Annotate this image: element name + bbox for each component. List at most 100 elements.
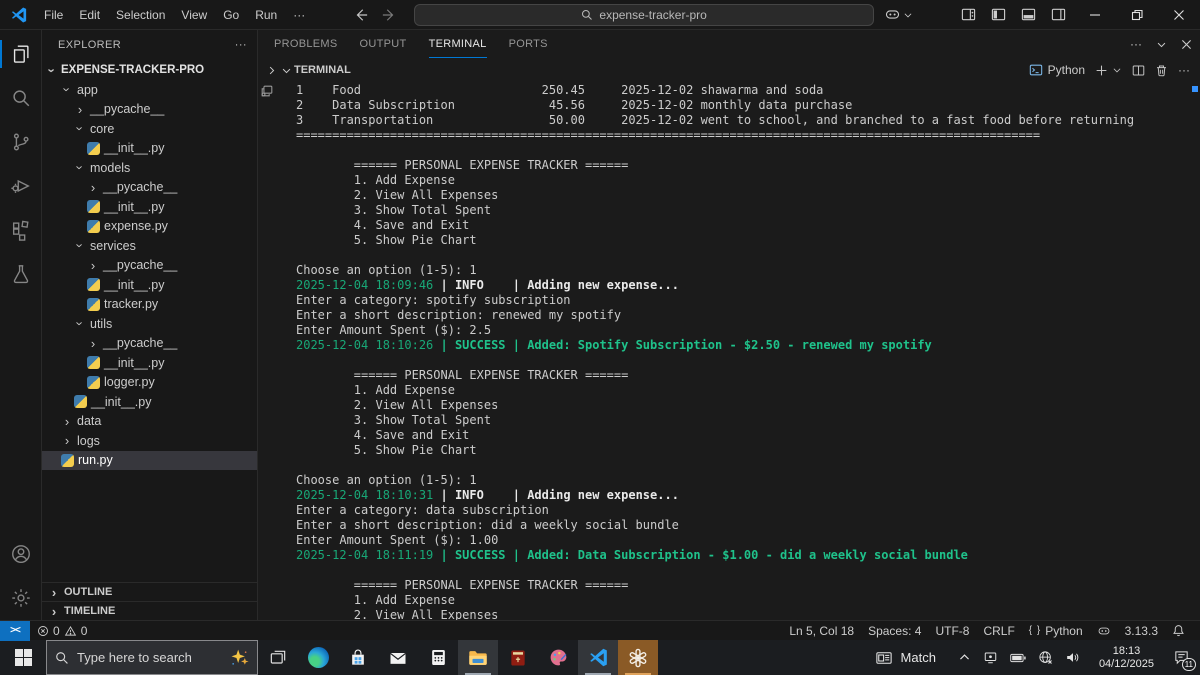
outline-section[interactable]: › OUTLINE bbox=[42, 582, 257, 601]
bible-app-button[interactable] bbox=[498, 640, 538, 675]
hidden-icons-chevron-icon[interactable] bbox=[958, 651, 971, 664]
explorer-icon[interactable] bbox=[0, 32, 42, 76]
copilot-menu[interactable] bbox=[884, 6, 913, 23]
store-button[interactable] bbox=[338, 640, 378, 675]
menu-edit[interactable]: Edit bbox=[71, 4, 108, 26]
panel-tab-problems[interactable]: PROBLEMS bbox=[274, 30, 338, 58]
extensions-icon[interactable] bbox=[0, 208, 42, 252]
tree-item-logger.py[interactable]: logger.py bbox=[42, 373, 257, 393]
tree-root[interactable]: › EXPENSE-TRACKER-PRO bbox=[42, 60, 257, 80]
menu-run[interactable]: Run bbox=[247, 4, 285, 26]
source-control-icon[interactable] bbox=[0, 120, 42, 164]
menu-file[interactable]: File bbox=[36, 4, 71, 26]
terminal-command-decoration-icon[interactable] bbox=[260, 84, 276, 98]
panel-expand-chevron-icon[interactable] bbox=[266, 65, 277, 76]
panel-tab-ports[interactable]: PORTS bbox=[509, 30, 548, 58]
panel-tab-output[interactable]: OUTPUT bbox=[360, 30, 407, 58]
news-widget[interactable]: Match bbox=[863, 640, 948, 675]
restore-button[interactable] bbox=[1116, 0, 1158, 29]
indentation[interactable]: Spaces: 4 bbox=[861, 621, 928, 641]
panel-chevron-icon[interactable] bbox=[1156, 39, 1167, 50]
cast-device-icon[interactable] bbox=[983, 650, 998, 665]
split-terminal-icon[interactable] bbox=[1132, 64, 1145, 77]
network-globe-no-internet-icon[interactable] bbox=[1038, 650, 1053, 665]
tree-item-__init__.py[interactable]: __init__.py bbox=[42, 353, 257, 373]
tree-item-tracker.py[interactable]: tracker.py bbox=[42, 295, 257, 315]
customize-layout-icon[interactable] bbox=[954, 1, 984, 29]
timeline-section[interactable]: › TIMELINE bbox=[42, 601, 257, 620]
tree-item-__init__.py[interactable]: __init__.py bbox=[42, 197, 257, 217]
panel-more-actions-icon[interactable]: ··· bbox=[1130, 37, 1142, 51]
toggle-secondary-sidebar-icon[interactable] bbox=[1044, 1, 1074, 29]
menu-view[interactable]: View bbox=[173, 4, 215, 26]
tree-item-__pycache__[interactable]: ›__pycache__ bbox=[42, 100, 257, 120]
new-terminal-icon[interactable] bbox=[1095, 64, 1108, 77]
tree-item-__pycache__[interactable]: ›__pycache__ bbox=[42, 334, 257, 354]
panel-tab-terminal[interactable]: TERMINAL bbox=[429, 30, 487, 58]
problems-status[interactable]: 0 0 bbox=[30, 621, 94, 641]
tree-item-__init__.py[interactable]: __init__.py bbox=[42, 275, 257, 295]
chatgpt-button[interactable] bbox=[618, 640, 658, 675]
minimize-button[interactable] bbox=[1074, 0, 1116, 29]
language-mode[interactable]: { } Python bbox=[1022, 621, 1090, 641]
tree-item-__init__.py[interactable]: __init__.py bbox=[42, 139, 257, 159]
tree-item-data[interactable]: ›data bbox=[42, 412, 257, 432]
tree-item-__init__.py[interactable]: __init__.py bbox=[42, 392, 257, 412]
start-button[interactable] bbox=[0, 640, 46, 675]
toggle-panel-icon[interactable] bbox=[1014, 1, 1044, 29]
forward-arrow-icon[interactable] bbox=[382, 8, 396, 22]
menu-more[interactable]: ··· bbox=[285, 4, 313, 26]
terminal-viewport[interactable]: 1 Food 250.45 2025-12-02 shawarma and so… bbox=[258, 82, 1200, 620]
tree-item-__pycache__[interactable]: ›__pycache__ bbox=[42, 178, 257, 198]
tree-item-logs[interactable]: ›logs bbox=[42, 431, 257, 451]
battery-icon[interactable] bbox=[1010, 651, 1026, 665]
explorer-more-actions-icon[interactable]: ··· bbox=[235, 39, 247, 51]
file-explorer-button[interactable] bbox=[458, 640, 498, 675]
calculator-button[interactable] bbox=[418, 640, 458, 675]
task-view-button[interactable] bbox=[258, 640, 298, 675]
taskbar-clock[interactable]: 18:13 04/12/2025 bbox=[1091, 645, 1162, 671]
encoding[interactable]: UTF-8 bbox=[928, 621, 976, 641]
back-arrow-icon[interactable] bbox=[354, 8, 368, 22]
launch-profile-chevron-icon[interactable] bbox=[1112, 65, 1122, 75]
python-version[interactable]: 3.13.3 bbox=[1118, 621, 1165, 641]
paint-app-button[interactable] bbox=[538, 640, 578, 675]
run-and-debug-icon[interactable] bbox=[0, 164, 42, 208]
eol-sequence[interactable]: CRLF bbox=[976, 621, 1021, 641]
terminal-scrollbar[interactable] bbox=[1190, 82, 1200, 620]
menu-selection[interactable]: Selection bbox=[108, 4, 173, 26]
search-sidebar-icon[interactable] bbox=[0, 76, 42, 120]
settings-gear-icon[interactable] bbox=[0, 576, 42, 620]
remote-indicator[interactable]: >< bbox=[0, 621, 30, 641]
terminal-more-actions-icon[interactable]: ··· bbox=[1178, 63, 1190, 77]
tree-item-models[interactable]: ›models bbox=[42, 158, 257, 178]
explorer-sidebar: EXPLORER ··· › EXPENSE-TRACKER-PRO ›app›… bbox=[42, 30, 258, 620]
menu-go[interactable]: Go bbox=[215, 4, 247, 26]
terminal-group-chevron-icon[interactable] bbox=[281, 65, 292, 76]
tree-item-expense.py[interactable]: expense.py bbox=[42, 217, 257, 237]
action-center-button[interactable]: 11 bbox=[1162, 640, 1200, 675]
terminal-shell-selector[interactable]: Python bbox=[1029, 63, 1085, 77]
tree-item-__pycache__[interactable]: ›__pycache__ bbox=[42, 256, 257, 276]
mail-button[interactable] bbox=[378, 640, 418, 675]
tree-item-utils[interactable]: ›utils bbox=[42, 314, 257, 334]
terminal-line: 3. Show Total Spent bbox=[296, 413, 1186, 428]
volume-icon[interactable] bbox=[1065, 650, 1081, 665]
kill-terminal-trash-icon[interactable] bbox=[1155, 64, 1168, 77]
tree-item-run.py[interactable]: run.py bbox=[42, 451, 257, 471]
copilot-status[interactable] bbox=[1090, 621, 1118, 641]
tree-item-core[interactable]: ›core bbox=[42, 119, 257, 139]
tree-item-services[interactable]: ›services bbox=[42, 236, 257, 256]
vscode-button[interactable] bbox=[578, 640, 618, 675]
edge-button[interactable] bbox=[298, 640, 338, 675]
cursor-position[interactable]: Ln 5, Col 18 bbox=[782, 621, 861, 641]
command-center-search[interactable]: expense-tracker-pro bbox=[414, 4, 874, 26]
accounts-icon[interactable] bbox=[0, 532, 42, 576]
testing-icon[interactable] bbox=[0, 252, 42, 296]
taskbar-search-input[interactable]: Type here to search bbox=[46, 640, 258, 675]
tree-item-app[interactable]: ›app bbox=[42, 80, 257, 100]
toggle-primary-sidebar-icon[interactable] bbox=[984, 1, 1014, 29]
close-button[interactable] bbox=[1158, 0, 1200, 29]
notifications-bell[interactable] bbox=[1165, 621, 1192, 641]
panel-close-icon[interactable] bbox=[1181, 39, 1192, 50]
